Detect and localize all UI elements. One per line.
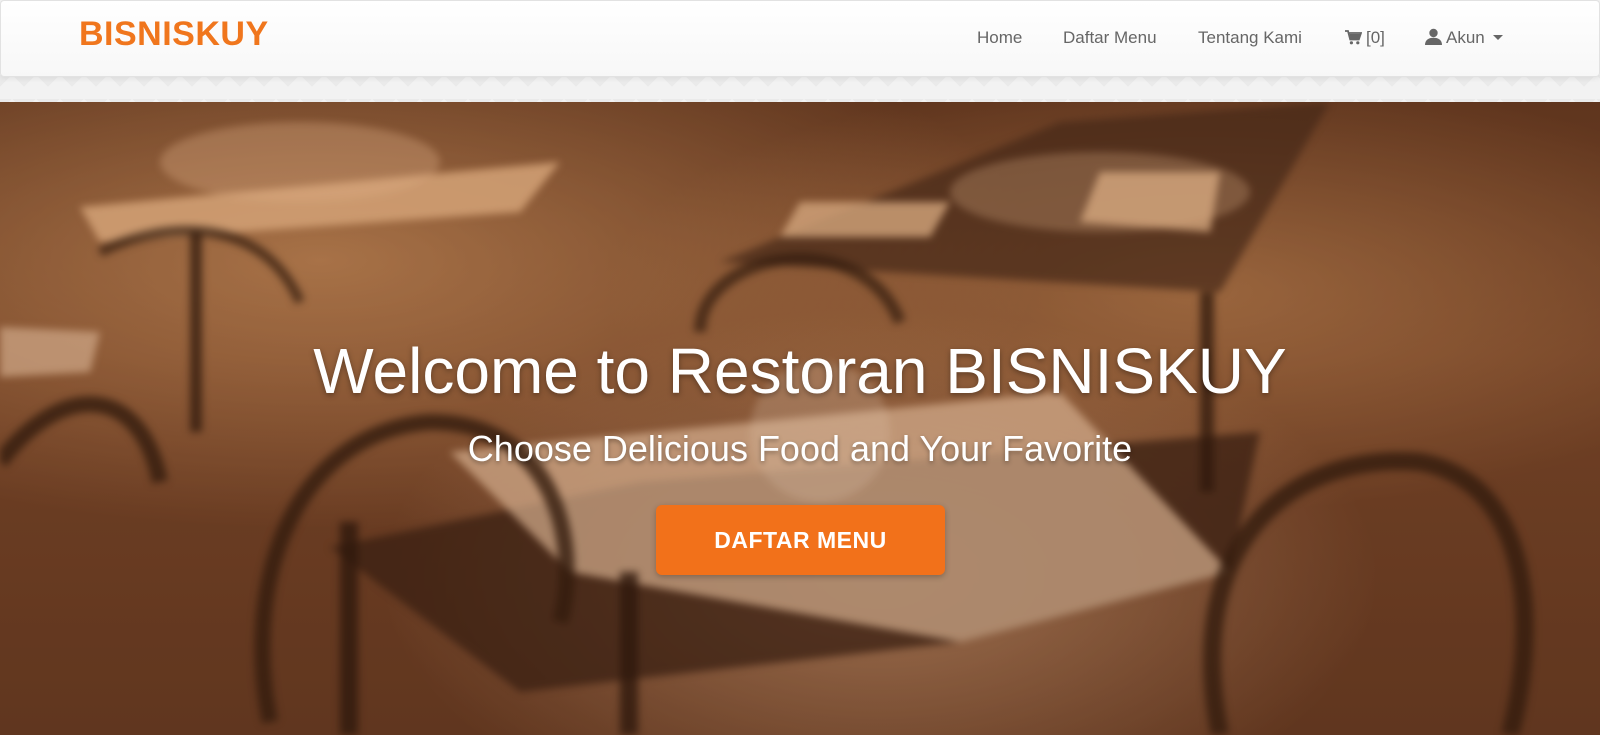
nav-tentang-kami-link[interactable]: Tentang Kami — [1198, 28, 1302, 48]
user-icon — [1425, 28, 1442, 50]
nav-daftar-menu-link[interactable]: Daftar Menu — [1063, 28, 1157, 48]
account-label: Akun — [1446, 28, 1485, 47]
top-navbar: BISNISKUY Home Daftar Menu Tentang Kami … — [0, 0, 1600, 77]
caret-down-icon — [1492, 35, 1503, 40]
shopping-cart-icon — [1345, 30, 1363, 50]
nav-cart-link[interactable]: [0] — [1345, 28, 1385, 50]
hero-title: Welcome to Restoran BISNISKUY — [313, 335, 1287, 407]
nav-account-dropdown[interactable]: Akun — [1425, 28, 1503, 50]
nav-home-link[interactable]: Home — [977, 28, 1022, 48]
brand-logo[interactable]: BISNISKUY — [79, 15, 269, 54]
decorative-pattern-strip — [0, 75, 1600, 102]
hero-tint-overlay — [0, 102, 1600, 735]
cart-count: [0] — [1366, 28, 1385, 47]
hero-subtitle: Choose Delicious Food and Your Favorite — [467, 428, 1133, 469]
hero-banner: Welcome to Restoran BISNISKUY Choose Del… — [0, 102, 1600, 735]
daftar-menu-button[interactable]: DAFTAR MENU — [656, 505, 945, 575]
